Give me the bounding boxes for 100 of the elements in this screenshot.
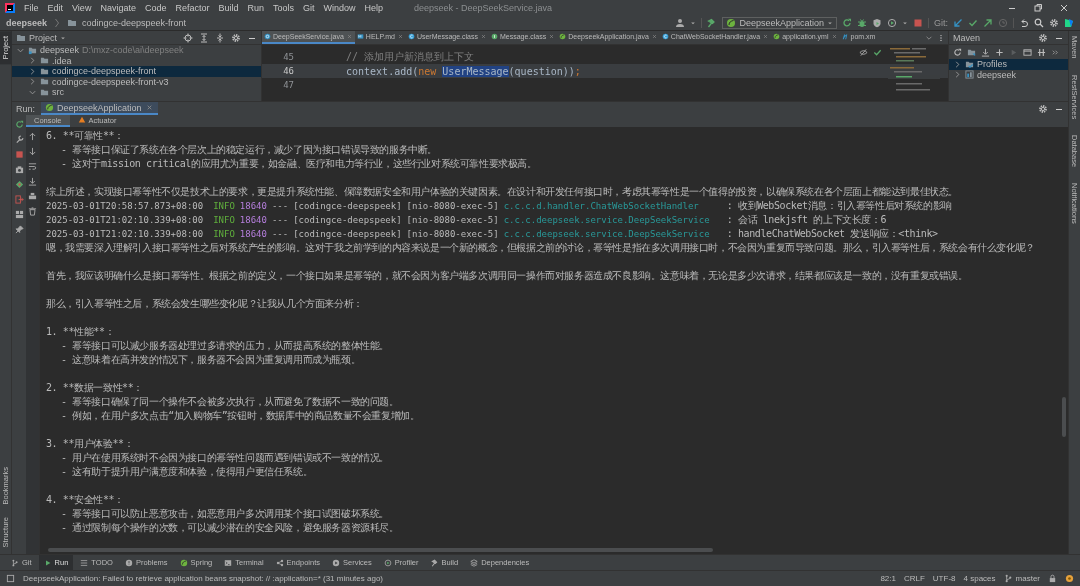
check-icon[interactable] — [873, 48, 882, 57]
pin-icon[interactable] — [14, 225, 24, 234]
menu-item[interactable]: Window — [323, 2, 356, 13]
stop-icon[interactable] — [913, 17, 923, 28]
menu-item[interactable]: Run — [247, 2, 264, 13]
exit-icon[interactable] — [14, 195, 24, 204]
close-icon[interactable] — [1059, 2, 1069, 13]
chevron-right-icon[interactable] — [28, 77, 37, 87]
maven-module-icon — [965, 70, 974, 80]
menu-item[interactable]: Build — [218, 2, 239, 13]
tree-item[interactable]: deepseek D:\mxz-code\ai\deepseek — [12, 45, 261, 56]
bug-icon[interactable] — [857, 17, 867, 28]
menu-item[interactable]: Help — [364, 2, 384, 13]
add-icon[interactable] — [995, 47, 1004, 57]
line-separator[interactable]: CRLF — [903, 574, 925, 583]
tree-item[interactable]: codingce-deepspeek-front — [12, 66, 261, 77]
arrow-up-icon[interactable] — [28, 132, 37, 141]
update-arrow-icon[interactable] — [953, 17, 963, 28]
check-icon[interactable] — [968, 17, 978, 28]
arrow-down-icon[interactable] — [28, 147, 37, 156]
status-message[interactable]: DeepseekApplication: Failed to retrieve application beans snapshot: // :application=* (31 minutes ago) — [23, 574, 383, 583]
soft-wrap-icon[interactable] — [28, 162, 37, 171]
push-arrow-icon[interactable] — [983, 17, 993, 28]
more-icon[interactable] — [937, 33, 945, 42]
cursor-position[interactable]: 82:1 — [880, 574, 896, 583]
console-icon[interactable] — [1023, 47, 1032, 57]
settings-icon[interactable] — [231, 32, 241, 43]
console-line: 综上所述，实现接口幂等性不仅是技术上的要求，更是提升系统性能、保障数据安全和用户体验的关键因素。在设计和开发任何接口时，考虑其幂等性是一个值得的投资，以确保系统在各个层面上都能达到最佳状态。 — [46, 185, 959, 199]
menu-item[interactable]: File — [24, 2, 39, 13]
double-chevron-icon[interactable] — [1051, 47, 1060, 57]
console-line: - 这对于mission critical的应用尤为重要，如金融、医疗和电力等行业，这些行业对系统可靠性要求极高。 — [60, 157, 538, 171]
console-line: - 幂等接口保证了系统在各个层次上的稳定运行，减少了因为接口错误导致的服务中断。 — [60, 143, 439, 157]
search-icon[interactable] — [1034, 17, 1044, 28]
tree-item[interactable]: codingce-deepspeek-front-v3 — [12, 76, 261, 87]
settings-icon[interactable] — [1049, 17, 1059, 28]
toolbox-logo-icon[interactable] — [1064, 17, 1074, 28]
scrollbar-thumb[interactable] — [48, 548, 713, 552]
class-icon — [264, 33, 271, 40]
lock-icon[interactable] — [1048, 574, 1057, 583]
run-tab[interactable]: DeepseekApplication — [41, 102, 158, 115]
menu-item[interactable]: View — [72, 2, 92, 13]
reimport-folder-icon[interactable] — [967, 47, 976, 57]
tree-item[interactable]: deepseek — [949, 69, 1068, 80]
print-icon[interactable] — [28, 192, 37, 201]
scrollbar-thumb[interactable] — [1062, 397, 1066, 437]
menu-item[interactable]: Git — [303, 2, 315, 13]
app-logo-icon[interactable] — [5, 2, 15, 13]
breadcrumb-item[interactable]: codingce-deepspeek-front — [82, 17, 187, 28]
layout-icon[interactable] — [14, 210, 24, 219]
shield-icon[interactable] — [872, 17, 882, 28]
menu-item[interactable]: Code — [144, 2, 167, 13]
user-icon[interactable] — [675, 17, 686, 28]
locate-icon[interactable] — [183, 32, 193, 43]
toggle-offline-icon[interactable] — [1037, 47, 1046, 57]
breadcrumb-item[interactable]: deepseek — [6, 17, 48, 28]
rerun-icon[interactable] — [842, 17, 852, 28]
camera-icon[interactable] — [14, 165, 24, 174]
line-number: 45 — [282, 52, 294, 62]
menu-item[interactable]: Tools — [273, 2, 294, 13]
expand-all-icon[interactable] — [199, 32, 209, 43]
log-line: 2025-03-01T21:02:10.339+08:00 INFO 18640 --- [codingce-deepspeek] [nio-8080-exec-5] c.c.c.deepseek.service.DeepSeekService : handleChatWebSocket 发送响应：<think> — [46, 227, 939, 241]
line-number: 47 — [282, 80, 294, 90]
wrench-icon[interactable] — [14, 135, 24, 144]
rerun-icon[interactable] — [14, 120, 24, 129]
trash-icon[interactable] — [28, 207, 37, 216]
menu-item[interactable]: Refactor — [175, 2, 210, 13]
settings-icon[interactable] — [1038, 103, 1048, 114]
chevron-right-icon[interactable] — [28, 66, 37, 76]
chevron-right-icon[interactable] — [953, 70, 962, 80]
project-view-dropdown[interactable]: Project — [16, 32, 66, 43]
file-encoding[interactable]: UTF-8 — [932, 574, 956, 583]
undo-icon[interactable] — [1019, 17, 1029, 28]
tree-item[interactable]: .idea — [12, 55, 261, 66]
console-line: 那么，引入幂等性之后，系统会发生哪些变化呢？让我从几个方面来分析： — [46, 297, 364, 311]
console-line: 4. **安全性**： — [46, 493, 125, 507]
tree-item[interactable]: src — [12, 87, 261, 98]
restore-icon[interactable] — [1033, 2, 1043, 13]
indent-setting[interactable]: 4 spaces — [963, 574, 996, 583]
services-icon — [331, 558, 340, 567]
refresh-icon[interactable] — [953, 47, 962, 57]
git-branch-widget[interactable]: master — [1003, 574, 1040, 583]
menu-item[interactable]: Navigate — [100, 2, 136, 13]
scroll-to-end-icon[interactable] — [28, 177, 37, 186]
chevron-right-icon[interactable] — [28, 56, 37, 66]
message-icon[interactable] — [6, 574, 15, 583]
collapse-all-icon[interactable] — [215, 32, 225, 43]
run-configuration-dropdown[interactable]: DeepseekApplication — [722, 16, 837, 29]
console-line: 6. **可靠性**： — [46, 129, 125, 143]
settings-icon[interactable] — [1038, 32, 1048, 43]
hidden-eye-icon[interactable] — [859, 48, 868, 57]
tree-item[interactable]: Profiles — [949, 59, 1068, 70]
notification-icon[interactable] — [1065, 574, 1074, 583]
git-branch-icon — [1003, 574, 1013, 583]
menu-item[interactable]: Edit — [47, 2, 64, 13]
log-line: 2025-03-01T21:02:10.339+08:00 INFO 18640 --- [codingce-deepspeek] [nio-8080-exec-5] c.c.c.deepseek.service.DeepSeekService : 会话 lnekjsft 的上下文长度：6 — [46, 213, 888, 227]
chevron-right-icon[interactable] — [953, 59, 962, 69]
profiler-icon[interactable] — [887, 17, 897, 28]
folder-icon — [67, 17, 78, 28]
stop-icon[interactable] — [14, 150, 24, 159]
download-icon[interactable] — [981, 47, 990, 57]
